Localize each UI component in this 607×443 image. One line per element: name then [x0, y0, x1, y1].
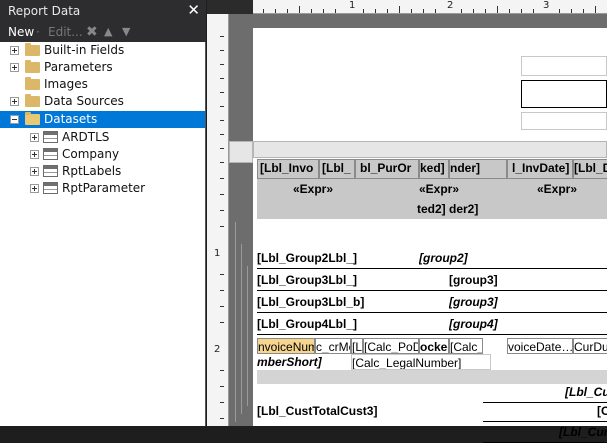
ruler-left-mark-2: 2 [214, 344, 221, 355]
vertical-ruler: 1 2 [207, 14, 229, 426]
header-textbox[interactable] [521, 56, 607, 76]
detail-cell[interactable]: CurDue [573, 338, 607, 354]
group-label[interactable]: [Lbl_Group3Lbl_] [257, 272, 377, 289]
delete-icon[interactable]: ✖ [86, 22, 98, 42]
tree-item-datasets[interactable]: Datasets [0, 111, 205, 128]
footer-cell[interactable]: [C [597, 403, 607, 420]
folder-icon [25, 60, 40, 73]
expr-cell[interactable]: «Expr» [537, 181, 597, 198]
expand-icon[interactable] [30, 150, 39, 159]
folder-icon [25, 94, 40, 107]
table-icon [43, 131, 58, 143]
expand-icon[interactable] [30, 133, 39, 142]
panel-title: Report Data ✕ [0, 0, 206, 22]
expand-icon[interactable] [10, 63, 19, 72]
footer-label[interactable]: [Lbl_CustTotalCust3] [257, 403, 407, 420]
tree-item-label: RptLabels [62, 164, 122, 178]
tree-item-images[interactable]: Images [0, 76, 205, 93]
ruler-corner [207, 0, 253, 14]
tree-item-dataset-rptlabels[interactable]: RptLabels [0, 163, 205, 180]
ruler-mark-1: 1 [349, 0, 356, 11]
expr-cell[interactable]: «Expr» [419, 181, 479, 198]
tablix-row-handle[interactable] [229, 141, 253, 163]
table-icon [43, 182, 58, 194]
move-down-icon[interactable]: ▼ [122, 22, 130, 42]
group-value[interactable]: [group4] [449, 316, 529, 333]
header-cell[interactable]: [Lbl_Invo [257, 159, 319, 179]
header-cell[interactable]: der2] [449, 201, 499, 218]
header-cell[interactable]: [Lbl_ [319, 159, 355, 179]
panel-title-text: Report Data [8, 4, 81, 18]
group-value[interactable]: [group2] [419, 250, 499, 267]
ruler-mark-2: 2 [447, 0, 454, 11]
detail-cell[interactable]: voiceDate… [507, 338, 573, 354]
header-cell[interactable]: bl_PurOr [355, 159, 419, 179]
tree-item-built-in-fields[interactable]: Built-in Fields [0, 42, 205, 59]
horizontal-ruler: 1 2 3 [253, 0, 607, 14]
ruler-mark-3: 3 [543, 0, 550, 11]
tree-item-label: Data Sources [44, 94, 124, 108]
group-label[interactable]: [Lbl_Group2Lbl_] [257, 250, 377, 267]
detail-cell[interactable]: c_crMé [315, 338, 351, 354]
detail-cell[interactable]: [L [351, 338, 363, 354]
table-icon [43, 165, 58, 177]
close-icon[interactable]: ✕ [187, 0, 200, 20]
detail-cell[interactable]: nvoiceNum [257, 338, 315, 354]
tree-item-label: ARDTLS [62, 130, 110, 144]
folder-open-icon [25, 112, 40, 125]
expr-cell[interactable]: «Expr» [293, 181, 353, 198]
report-page: [Lbl_Invo [Lbl_ bl_PurOr ked] nder] l_In… [229, 28, 607, 443]
detail-cell[interactable]: [Calc_PoD [363, 338, 419, 354]
panel-toolbar: New · Edit... ✖ ▲ ▼ [0, 22, 206, 42]
tree-item-label: Built-in Fields [44, 43, 125, 57]
table-icon [43, 148, 58, 160]
tree-item-dataset-rptparameter[interactable]: RptParameter [0, 180, 205, 197]
group-value[interactable]: [group3] [449, 294, 529, 311]
detail-cell[interactable]: [Calc_LegalNumber] [351, 354, 491, 370]
tree-item-dataset-company[interactable]: Company [0, 146, 205, 163]
tree-item-dataset-ardtls[interactable]: ARDTLS [0, 129, 205, 146]
tree-item-label: Images [44, 77, 88, 91]
detail-cell[interactable]: ocked [419, 338, 449, 354]
toolbar-separator: · [36, 25, 40, 39]
footer-cell[interactable]: [Lbl_Cu [565, 384, 607, 401]
group-label[interactable]: [Lbl_Group4Lbl_] [257, 316, 377, 333]
tree-item-label: Company [62, 147, 120, 161]
detail-cell[interactable]: mberShort] [257, 354, 347, 370]
collapse-icon[interactable] [10, 115, 19, 124]
tree-item-parameters[interactable]: Parameters [0, 59, 205, 76]
tablix-column-handles[interactable] [253, 141, 607, 158]
edit-button[interactable]: Edit... [48, 22, 83, 42]
group-label[interactable]: [Lbl_Group3Lbl_b] [257, 294, 377, 311]
group-bracket [241, 244, 242, 414]
move-up-icon[interactable]: ▲ [104, 22, 112, 42]
header-cell[interactable]: [Lbl_Due [573, 159, 607, 179]
design-margin-top [253, 14, 607, 28]
tree-item-label: RptParameter [62, 181, 146, 195]
group-bracket [235, 222, 236, 422]
tree-item-data-sources[interactable]: Data Sources [0, 93, 205, 110]
header-cell[interactable]: nder] [449, 159, 507, 179]
folder-icon [25, 43, 40, 56]
expand-icon[interactable] [30, 184, 39, 193]
expand-icon[interactable] [30, 167, 39, 176]
ruler-left-mark-1: 1 [214, 248, 221, 259]
header-textbox[interactable] [521, 112, 607, 130]
footer-cell[interactable]: [Lbl_Cur [559, 424, 607, 441]
group-bracket [247, 266, 248, 406]
header-cell[interactable]: l_InvDate] [507, 159, 573, 179]
new-button[interactable]: New [8, 22, 34, 42]
header-textbox[interactable] [521, 80, 607, 108]
detail-cell[interactable]: [Calc_ [449, 338, 483, 354]
tree-item-label: Parameters [44, 60, 113, 74]
group-value[interactable]: [group3] [449, 272, 529, 289]
spacer-row [257, 370, 607, 384]
report-data-panel: Report Data ✕ New · Edit... ✖ ▲ ▼ Built-… [0, 0, 206, 426]
expand-icon[interactable] [10, 46, 19, 55]
folder-icon [25, 77, 40, 90]
header-cell[interactable]: ted2] [417, 201, 449, 218]
header-cell[interactable]: ked] [419, 159, 449, 179]
expand-icon[interactable] [10, 97, 19, 106]
tree-item-label: Datasets [44, 112, 98, 126]
